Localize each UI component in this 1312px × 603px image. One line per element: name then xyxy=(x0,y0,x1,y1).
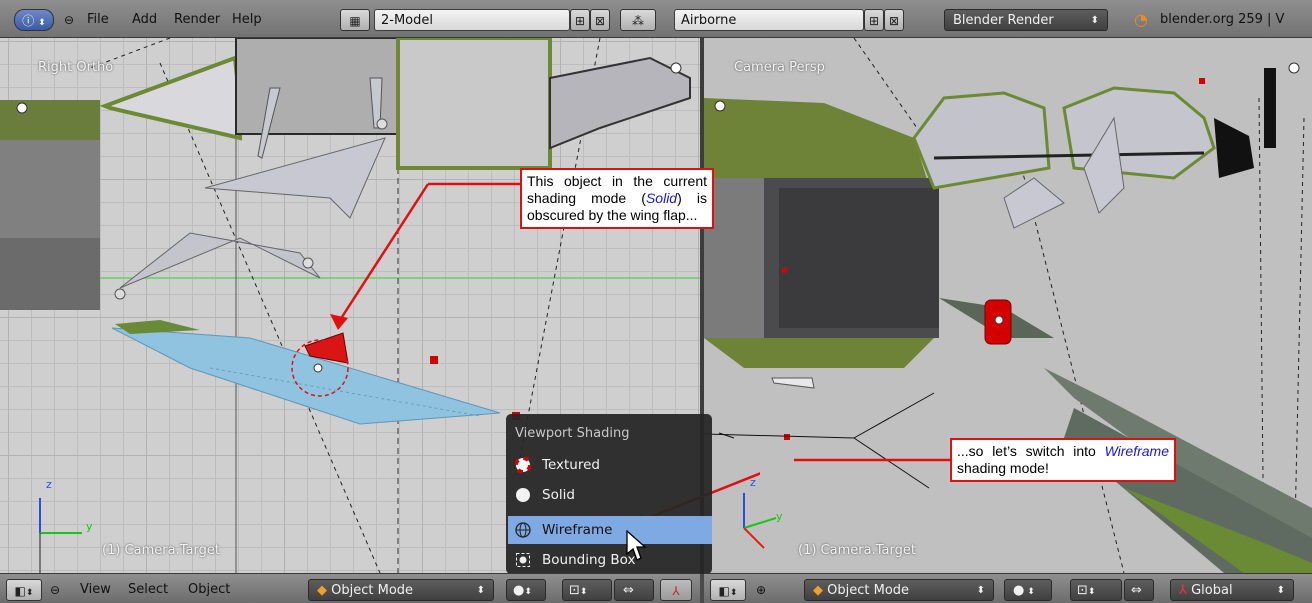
pivot-select-right[interactable]: ⊡⬍ xyxy=(1070,579,1122,601)
chevron-updown-icon: ⬍ xyxy=(524,587,532,597)
transform-manipulator-button-left[interactable]: ⅄ xyxy=(660,579,692,601)
object-mode-icon: ◆ xyxy=(317,583,327,598)
shading-option-label: Solid xyxy=(542,487,575,503)
object-mode-icon: ◆ xyxy=(813,583,823,598)
expand-menus-toggle-right[interactable]: ⊕ xyxy=(756,579,766,601)
callout-switch-before: ...so let’s switch into xyxy=(957,443,1105,459)
menu-help[interactable]: Help xyxy=(232,9,262,31)
shading-menu-title: Viewport Shading xyxy=(515,426,630,441)
shading-option-bounding-box[interactable]: Bounding Box xyxy=(508,546,712,574)
shading-option-solid[interactable]: Solid xyxy=(508,481,712,509)
callout-obscured-em: Solid xyxy=(645,190,678,206)
collapse-menus-toggle[interactable]: ⊖ xyxy=(64,9,74,31)
menu-select[interactable]: Select xyxy=(128,579,168,601)
callout-obscured: This object in the current shading mode … xyxy=(520,168,714,229)
editor-type-button[interactable]: ⓘ ⬍ xyxy=(14,9,54,31)
pivot-select-left[interactable]: ⊡⬍ xyxy=(562,579,612,601)
scene-field[interactable]: Airborne xyxy=(674,9,864,31)
pivot-icon: ⊡ xyxy=(569,583,580,598)
manipulator-icon: ⇔ xyxy=(1131,583,1142,598)
view3d-icon: ◧ xyxy=(718,584,730,598)
axis-y-label-left: y xyxy=(86,520,93,533)
info-header: ⓘ ⬍ ⊖ File Add Render Help ▦ 2-Model ⊞ ⊠… xyxy=(0,0,1312,38)
orientation-select[interactable]: ⅄ Global ⬍ xyxy=(1170,579,1294,601)
axis-gizmo-icon: ⅄ xyxy=(1179,583,1187,598)
view3d-icon: ◧ xyxy=(14,584,26,598)
viewport-title-right: Camera Persp xyxy=(734,60,825,75)
shading-select-left[interactable]: ●⬍ xyxy=(506,579,546,601)
status-text: blender.org 259 | V xyxy=(1160,12,1285,27)
mouse-cursor-icon xyxy=(626,530,647,561)
render-engine-label: Blender Render xyxy=(953,13,1054,28)
delete-screen-button[interactable]: ⊠ xyxy=(590,9,610,31)
chevron-updown-icon: ⬍ xyxy=(729,588,738,598)
viewport-header-left: ◧⬍ ⊖ View Select Object ◆ Object Mode ⬍ … xyxy=(0,573,700,603)
object-name-right: (1) Camera.Target xyxy=(798,543,916,558)
manipulator-toggle-right[interactable]: ⇔ xyxy=(1124,579,1154,601)
axis-gizmo-icon: ⅄ xyxy=(672,584,680,598)
chevron-updown-icon: ⬍ xyxy=(1276,585,1285,596)
blender-logo-icon: ◔ xyxy=(1134,10,1148,29)
menu-object[interactable]: Object xyxy=(188,579,230,601)
wireframe-icon xyxy=(515,522,531,538)
manipulator-icon: ⇔ xyxy=(623,583,634,598)
add-screen-button[interactable]: ⊞ xyxy=(570,9,590,31)
editor-type-button-right[interactable]: ◧⬍ xyxy=(710,579,746,601)
solid-icon: ● xyxy=(513,583,525,598)
menu-file[interactable]: File xyxy=(87,9,109,31)
chevron-updown-icon: ⬍ xyxy=(579,587,588,597)
delete-scene-button[interactable]: ⊠ xyxy=(884,9,904,31)
chevron-updown-icon: ⬍ xyxy=(25,588,34,598)
shading-option-textured[interactable]: Textured xyxy=(508,451,712,479)
axis-z-label-left: z xyxy=(46,478,52,491)
bounding-box-icon xyxy=(516,553,530,567)
right-viewport-scene xyxy=(704,38,1312,573)
shading-option-label: Bounding Box xyxy=(542,552,636,568)
screen-layout-icon[interactable]: ▦ xyxy=(340,9,370,31)
add-scene-button[interactable]: ⊞ xyxy=(864,9,884,31)
chevron-updown-icon: ⬍ xyxy=(1090,15,1099,26)
chevron-updown-icon: ⬍ xyxy=(476,585,485,596)
textured-icon xyxy=(515,457,531,473)
shading-option-label: Textured xyxy=(542,457,600,473)
render-engine-select[interactable]: Blender Render ⬍ xyxy=(944,9,1108,31)
chevron-updown-icon: ⬍ xyxy=(38,18,46,28)
chevron-updown-icon: ⬍ xyxy=(1024,587,1035,597)
info-icon: ⓘ xyxy=(22,14,35,28)
screen-layout-field[interactable]: 2-Model xyxy=(374,9,570,31)
mode-select-right[interactable]: ◆ Object Mode ⬍ xyxy=(804,579,994,601)
callout-switch: ...so let’s switch into Wireframe shadin… xyxy=(950,438,1176,482)
shading-option-label: Wireframe xyxy=(542,522,613,538)
collapse-menus-toggle-left[interactable]: ⊖ xyxy=(50,579,60,601)
editor-type-button-left[interactable]: ◧⬍ xyxy=(6,579,42,601)
viewport-shading-menu: Viewport Shading Textured Solid Wirefram… xyxy=(506,414,712,574)
viewport-camera-persp[interactable]: Camera Persp z y (1) Camera.Target xyxy=(704,38,1312,573)
orientation-label: Global xyxy=(1191,583,1233,598)
shading-select-right[interactable]: ● ⬍ xyxy=(1004,579,1052,601)
axis-y-label-right: y xyxy=(776,510,783,523)
menu-render[interactable]: Render xyxy=(174,9,220,31)
scene-icon[interactable]: ⁂ xyxy=(620,9,656,31)
chevron-updown-icon: ⬍ xyxy=(976,585,985,596)
solid-icon xyxy=(516,488,530,502)
menu-add[interactable]: Add xyxy=(132,9,157,31)
solid-icon: ● xyxy=(1013,583,1025,598)
mode-select-left[interactable]: ◆ Object Mode ⬍ xyxy=(308,579,494,601)
mode-label-right: Object Mode xyxy=(827,583,910,598)
shading-option-wireframe[interactable]: Wireframe xyxy=(508,516,712,544)
callout-switch-em: Wireframe xyxy=(1104,443,1169,459)
chevron-updown-icon: ⬍ xyxy=(1087,587,1096,597)
callout-switch-after: shading mode! xyxy=(957,460,1049,476)
manipulator-toggle-left[interactable]: ⇔ xyxy=(614,579,654,601)
mode-label-left: Object Mode xyxy=(331,583,414,598)
object-name-left: (1) Camera.Target xyxy=(102,543,220,558)
viewport-header-right: ◧⬍ ⊕ ◆ Object Mode ⬍ ● ⬍ ⊡⬍ ⇔ ⅄ Global ⬍ xyxy=(704,573,1312,603)
menu-view[interactable]: View xyxy=(80,579,111,601)
viewport-title-left: Right Ortho xyxy=(38,60,114,75)
pivot-icon: ⊡ xyxy=(1077,583,1088,598)
